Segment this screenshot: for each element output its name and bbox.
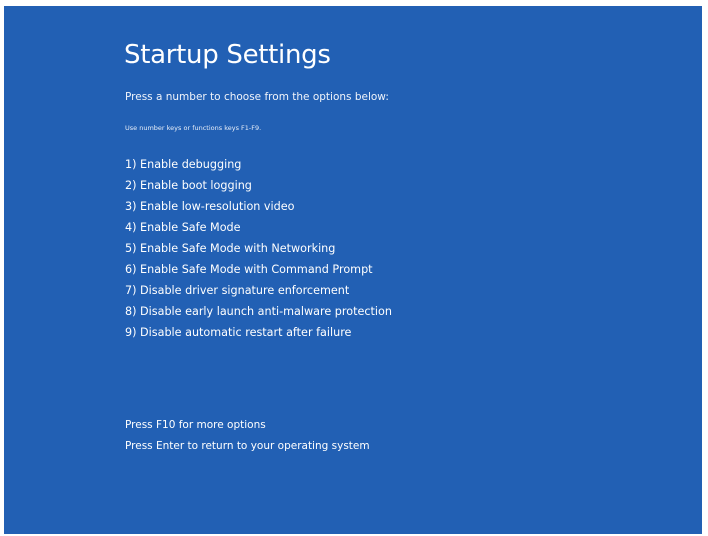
option-enable-safe-mode-command-prompt[interactable]: 6) Enable Safe Mode with Command Prompt — [125, 259, 392, 280]
key-hint-text: Use number keys or functions keys F1-F9. — [125, 124, 262, 132]
option-enable-low-resolution-video[interactable]: 3) Enable low-resolution video — [125, 196, 392, 217]
return-to-os-action[interactable]: Press Enter to return to your operating … — [125, 436, 370, 457]
option-enable-boot-logging[interactable]: 2) Enable boot logging — [125, 175, 392, 196]
page-title: Startup Settings — [124, 40, 331, 70]
startup-options-list: 1) Enable debugging 2) Enable boot loggi… — [125, 154, 392, 343]
option-enable-safe-mode[interactable]: 4) Enable Safe Mode — [125, 217, 392, 238]
option-disable-early-launch-anti-malware[interactable]: 8) Disable early launch anti-malware pro… — [125, 301, 392, 322]
option-enable-debugging[interactable]: 1) Enable debugging — [125, 154, 392, 175]
option-enable-safe-mode-networking[interactable]: 5) Enable Safe Mode with Networking — [125, 238, 392, 259]
instruction-text: Press a number to choose from the option… — [125, 91, 389, 103]
option-disable-automatic-restart[interactable]: 9) Disable automatic restart after failu… — [125, 322, 392, 343]
option-disable-driver-signature-enforcement[interactable]: 7) Disable driver signature enforcement — [125, 280, 392, 301]
footer-actions: Press F10 for more options Press Enter t… — [125, 415, 370, 457]
more-options-action[interactable]: Press F10 for more options — [125, 415, 370, 436]
startup-settings-screen: Startup Settings Press a number to choos… — [4, 6, 702, 534]
